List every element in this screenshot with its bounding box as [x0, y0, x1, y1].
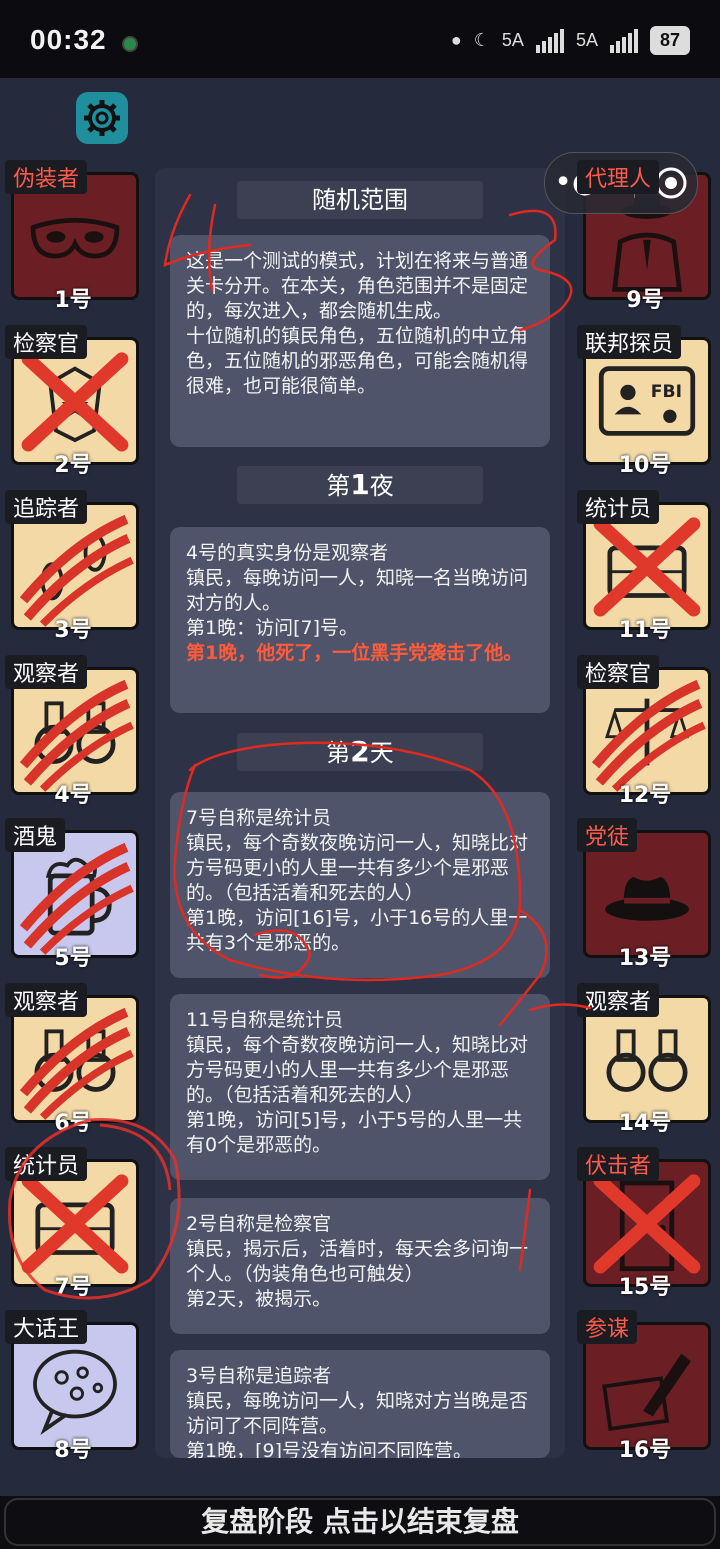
- log-text: 11号自称是统计员: [186, 1009, 344, 1031]
- player-number: 12号: [618, 783, 672, 808]
- player-number: 4号: [54, 783, 92, 808]
- log-entry-night1: 4号的真实身份是观察者 镇民，每晚访问一人，知晓一名当晚访问对方的人。 第1晚：…: [170, 527, 550, 713]
- settings-button[interactable]: [76, 92, 128, 144]
- section-header-random: 随机范围: [237, 181, 483, 219]
- player-number: 9号: [626, 288, 664, 313]
- player-number: 5号: [54, 946, 92, 971]
- header-text: 天: [369, 739, 394, 767]
- log-text: 镇民，每晚访问一人，知晓一名当晚访问对方的人。: [186, 567, 529, 614]
- player-number: 6号: [54, 1111, 92, 1136]
- log-entry-random: 这是一个测试的模式，计划在将来与普通关卡分开。在本关，角色范围并不是固定的，每次…: [170, 235, 550, 447]
- section-header-night1: 第1夜: [237, 466, 483, 504]
- end-review-button[interactable]: 复盘阶段 点击以结束复盘: [4, 1498, 716, 1546]
- player-number: 10号: [618, 453, 672, 478]
- log-text: 十位随机的镇民角色，五位随机的中立角色，五位随机的邪恶角色，可能会随机得很难，也…: [186, 325, 529, 397]
- role-label: 统计员: [577, 490, 660, 524]
- app-notification-icon: [122, 36, 138, 52]
- role-label: 统计员: [5, 1147, 88, 1181]
- status-bar: 00:32 ● ☾ 5A 5A 87: [0, 0, 720, 78]
- player-card-15[interactable]: 伏击者 15号: [575, 1147, 715, 1300]
- log-text: 4号的真实身份是观察者: [186, 542, 389, 564]
- player-card-4[interactable]: 观察者 4号: [3, 655, 143, 808]
- signal-1-icon: [535, 28, 564, 53]
- role-label: 联邦探员: [577, 325, 682, 359]
- player-card-1[interactable]: 伪装者 1号: [3, 160, 143, 313]
- role-label: 伏击者: [577, 1147, 660, 1181]
- player-card-7[interactable]: 统计员 7号: [3, 1147, 143, 1300]
- role-label: 检察官: [577, 655, 660, 689]
- log-text: 7号自称是统计员: [186, 807, 332, 829]
- player-card-13[interactable]: 党徒 13号: [575, 818, 715, 971]
- role-label: 检察官: [5, 325, 88, 359]
- player-card-12[interactable]: 检察官 12号: [575, 655, 715, 808]
- signal-1-label: 5A: [501, 30, 524, 50]
- player-number: 14号: [618, 1111, 672, 1136]
- log-text: 镇民，每个奇数夜晚访问一人，知晓比对方号码更小的人里一共有多少个是邪恶的。（包括…: [186, 832, 529, 904]
- log-text: 镇民，每个奇数夜晚访问一人，知晓比对方号码更小的人里一共有多少个是邪恶的。（包括…: [186, 1034, 529, 1106]
- player-number: 2号: [54, 453, 92, 478]
- role-label: 大话王: [5, 1310, 88, 1344]
- location-icon: ●: [450, 30, 462, 50]
- role-label: 观察者: [577, 983, 660, 1017]
- player-card-10[interactable]: 联邦探员 FBI 10号: [575, 325, 715, 478]
- section-header-day2: 第2天: [237, 733, 483, 771]
- role-label: 代理人: [577, 160, 660, 194]
- player-card-11[interactable]: 统计员 11号: [575, 490, 715, 643]
- log-text: 第1晚，访问[5]号，小于5号的人里一共有0个是邪恶的。: [186, 1109, 523, 1156]
- log-text: 第1晚：访问[7]号。: [186, 617, 359, 639]
- log-text: 镇民，揭示后，活着时，每天会多问询一个人。（伪装角色也可触发）: [186, 1238, 529, 1285]
- player-card-8[interactable]: 大话王 8号: [3, 1310, 143, 1463]
- status-icons: ● ☾ 5A 5A 87: [451, 26, 690, 55]
- player-number: 8号: [54, 1438, 92, 1463]
- header-text: 夜: [369, 472, 394, 500]
- header-text: 第: [326, 739, 351, 767]
- battery-indicator: 87: [649, 26, 690, 55]
- player-card-16[interactable]: 参谋 16号: [575, 1310, 715, 1463]
- role-label: 伪装者: [5, 160, 88, 194]
- player-number: 11号: [618, 618, 672, 643]
- log-text: 第1晚，访问[16]号，小于16号的人里一共有3个是邪恶的。: [186, 907, 528, 954]
- role-label: 观察者: [5, 983, 88, 1017]
- log-text: 第2天，被揭示。: [186, 1288, 332, 1310]
- player-number: 3号: [54, 618, 92, 643]
- player-number: 13号: [618, 946, 672, 971]
- signal-2-label: 5A: [575, 30, 598, 50]
- log-text: 镇民，每晚访问一人，知晓对方当晚是否访问了不同阵营。: [186, 1390, 529, 1437]
- player-card-2[interactable]: 检察官 2号: [3, 325, 143, 478]
- header-number: 2: [350, 735, 370, 768]
- death-notice: 第1晚，他死了，一位黑手党袭击了他。: [186, 642, 523, 664]
- log-entry-claim-2: 2号自称是检察官 镇民，揭示后，活着时，每天会多问询一个人。（伪装角色也可触发）…: [170, 1198, 550, 1334]
- player-card-3[interactable]: 追踪者 3号: [3, 490, 143, 643]
- player-card-14[interactable]: 观察者 14号: [575, 983, 715, 1136]
- role-label: 党徒: [577, 818, 638, 852]
- player-number: 15号: [618, 1275, 672, 1300]
- player-number: 7号: [54, 1275, 92, 1300]
- player-number: 16号: [618, 1438, 672, 1463]
- log-text: 3号自称是追踪者: [186, 1365, 332, 1387]
- log-text: 第1晚，[9]号没有访问不同阵营。: [186, 1440, 473, 1458]
- role-label: 酒鬼: [5, 818, 66, 852]
- moon-icon: ☾: [473, 30, 490, 50]
- log-entry-claim-11: 11号自称是统计员 镇民，每个奇数夜晚访问一人，知晓比对方号码更小的人里一共有多…: [170, 994, 550, 1180]
- role-label: 观察者: [5, 655, 88, 689]
- log-text: 2号自称是检察官: [186, 1213, 332, 1235]
- role-label: 追踪者: [5, 490, 88, 524]
- player-card-5[interactable]: 酒鬼 5号: [3, 818, 143, 971]
- role-label: 参谋: [577, 1310, 638, 1344]
- player-number: 1号: [54, 288, 92, 313]
- clock-time: 00:32: [30, 24, 107, 55]
- log-entry-claim-7: 7号自称是统计员 镇民，每个奇数夜晚访问一人，知晓比对方号码更小的人里一共有多少…: [170, 792, 550, 978]
- player-card-6[interactable]: 观察者 6号: [3, 983, 143, 1136]
- log-entry-claim-3: 3号自称是追踪者 镇民，每晚访问一人，知晓对方当晚是否访问了不同阵营。 第1晚，…: [170, 1350, 550, 1458]
- signal-2-icon: [609, 28, 638, 53]
- bottom-area: 复盘阶段 点击以结束复盘: [0, 1496, 720, 1549]
- gear-icon: [84, 100, 120, 136]
- log-text: 这是一个测试的模式，计划在将来与普通关卡分开。在本关，角色范围并不是固定的，每次…: [186, 250, 529, 322]
- svg-text:FBI: FBI: [651, 382, 682, 402]
- header-number: 1: [350, 468, 370, 501]
- header-text: 第: [326, 472, 351, 500]
